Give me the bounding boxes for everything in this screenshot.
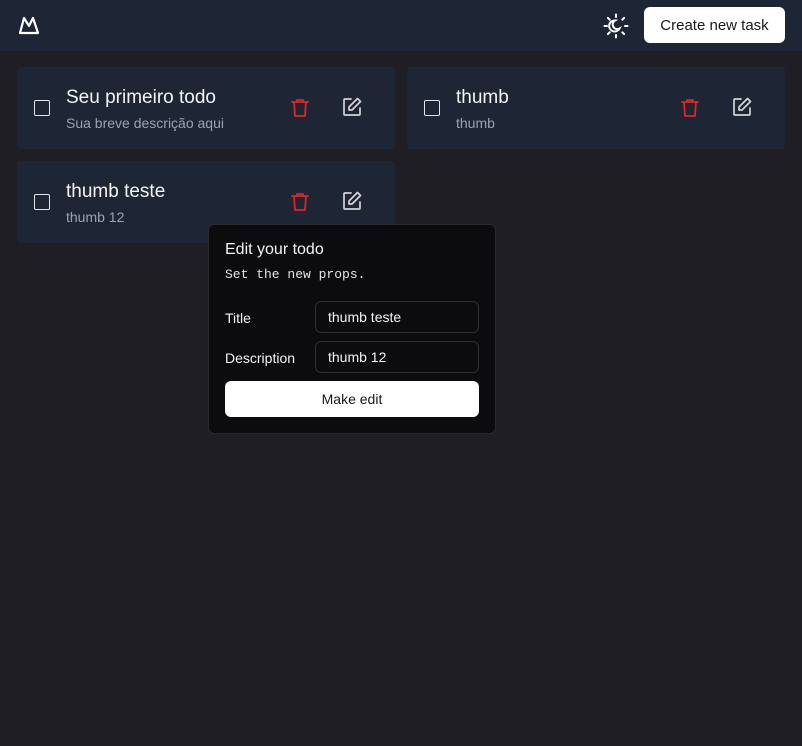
edit-icon[interactable] bbox=[341, 96, 363, 118]
edit-icon[interactable] bbox=[341, 190, 363, 212]
trash-icon[interactable] bbox=[679, 97, 701, 119]
todo-description: Sua breve descrição aqui bbox=[66, 115, 224, 131]
todo-card: Seu primeiro todo Sua breve descrição aq… bbox=[17, 67, 395, 149]
edit-icon[interactable] bbox=[731, 96, 753, 118]
make-edit-button[interactable]: Make edit bbox=[225, 381, 479, 417]
todo-description: thumb bbox=[456, 115, 495, 131]
logo-icon[interactable] bbox=[18, 14, 40, 36]
popover-subtitle: Set the new props. bbox=[225, 267, 366, 282]
todo-title: Seu primeiro todo bbox=[66, 87, 216, 108]
todo-title: thumb teste bbox=[66, 181, 166, 202]
todo-title: thumb bbox=[456, 87, 509, 108]
todo-checkbox[interactable] bbox=[34, 100, 50, 116]
title-input[interactable] bbox=[315, 301, 479, 333]
edit-todo-popover: Edit your todo Set the new props. Title … bbox=[208, 224, 496, 434]
todo-checkbox[interactable] bbox=[34, 194, 50, 210]
todo-card: thumb thumb bbox=[407, 67, 785, 149]
theme-toggle-icon[interactable] bbox=[603, 13, 629, 39]
todo-checkbox[interactable] bbox=[424, 100, 440, 116]
top-bar: Create new task bbox=[0, 0, 802, 51]
popover-title: Edit your todo bbox=[225, 241, 324, 258]
description-field-label: Description bbox=[225, 350, 296, 366]
create-task-button[interactable]: Create new task bbox=[644, 7, 785, 43]
description-input[interactable] bbox=[315, 341, 479, 373]
trash-icon[interactable] bbox=[289, 97, 311, 119]
trash-icon[interactable] bbox=[289, 191, 311, 213]
todo-description: thumb 12 bbox=[66, 209, 125, 225]
title-field-label: Title bbox=[225, 310, 251, 326]
